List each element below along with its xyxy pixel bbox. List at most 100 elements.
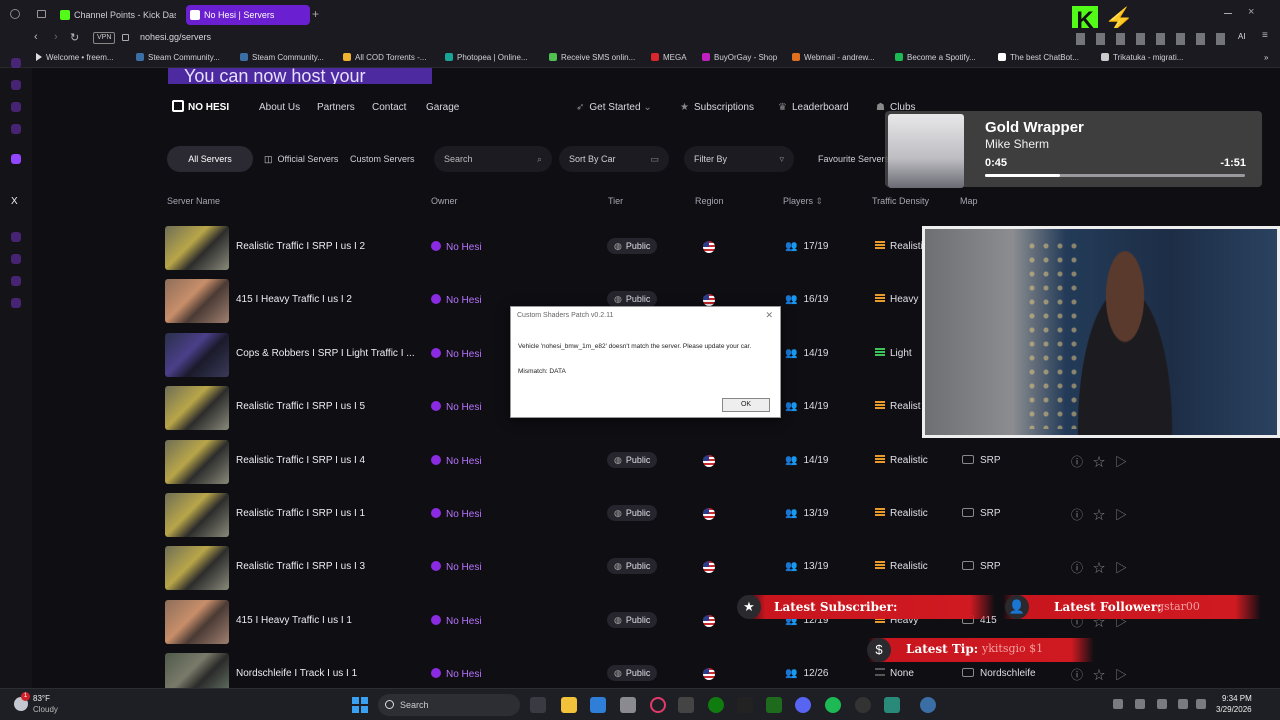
server-name[interactable]: Realistic Traffic I SRP I us I 5 — [236, 401, 416, 412]
server-name[interactable]: Realistic Traffic I SRP I us I 1 — [236, 508, 416, 519]
x-twitter-icon[interactable]: X — [11, 196, 18, 207]
server-name[interactable]: Cops & Robbers I SRP I Light Traffic I .… — [236, 348, 416, 359]
dialog-ok-button[interactable]: OK — [722, 398, 770, 412]
windows-start-icon[interactable] — [352, 697, 368, 713]
bookmark-item[interactable]: Photopea | Online... — [445, 53, 528, 62]
col-tier[interactable]: Tier — [608, 196, 623, 206]
app-icon[interactable] — [920, 697, 936, 713]
tray-icon[interactable] — [1157, 699, 1167, 709]
new-tab-button[interactable]: + — [312, 7, 319, 21]
play-icon[interactable]: ▷ — [1115, 508, 1137, 522]
reload-icon[interactable]: ↻ — [70, 31, 79, 44]
server-name[interactable]: Realistic Traffic I SRP I us I 3 — [236, 561, 416, 572]
server-owner[interactable]: No Hesi — [431, 508, 482, 520]
store-icon[interactable] — [590, 697, 606, 713]
sidebar-app-icon[interactable] — [11, 232, 21, 242]
browser-menu-icon[interactable] — [10, 9, 20, 19]
twitch-icon[interactable] — [11, 154, 21, 164]
col-players[interactable]: Players ⇕ — [783, 196, 823, 207]
filter-custom-servers[interactable]: Custom Servers — [340, 146, 425, 172]
filter-official-servers[interactable]: ◫ Official Servers — [254, 146, 348, 172]
volume-icon[interactable] — [1196, 699, 1206, 709]
app-icon[interactable] — [620, 697, 636, 713]
extensions-icons[interactable] — [1076, 33, 1226, 45]
filter-by-select[interactable]: Filter By ▿ — [684, 146, 794, 172]
nav-partners[interactable]: Partners — [317, 102, 355, 113]
table-row[interactable]: Realistic Traffic I SRP I us I 3 No Hesi ◍… — [165, 544, 1165, 596]
bookmark-item[interactable]: Trikatuka - migrati... — [1101, 53, 1183, 62]
app-icon[interactable] — [678, 697, 694, 713]
file-explorer-icon[interactable] — [561, 697, 577, 713]
server-owner[interactable]: No Hesi — [431, 241, 482, 253]
nohesi-logo[interactable]: NO HESI — [172, 100, 229, 113]
info-icon[interactable]: ⓘ — [1071, 455, 1093, 469]
col-region[interactable]: Region — [695, 196, 724, 206]
bookmark-item[interactable]: Become a Spotify... — [895, 53, 976, 62]
nav-about[interactable]: About Us — [259, 102, 300, 113]
nav-leaderboard[interactable]: ♛ Leaderboard — [778, 102, 849, 113]
nav-get-started[interactable]: ➶ Get Started ⌄ — [576, 102, 652, 113]
bookmark-item[interactable]: All COD Torrents -... — [343, 53, 426, 62]
obs-icon[interactable] — [855, 697, 871, 713]
browser-menu-dots-icon[interactable]: ≡ — [1262, 30, 1268, 41]
sidebar-app-icon[interactable] — [11, 254, 21, 264]
server-owner[interactable]: No Hesi — [431, 614, 482, 627]
nav-subscriptions[interactable]: ★ Subscriptions — [680, 102, 754, 113]
server-name[interactable]: Realistic Traffic I SRP I us I 2 — [236, 241, 416, 252]
sidebar-app-icon[interactable] — [11, 124, 21, 134]
weather-condition[interactable]: Cloudy — [33, 705, 58, 714]
tab-nohesi[interactable]: No Hesi | Servers — [186, 5, 310, 25]
favourite-star-icon[interactable]: ☆ — [1093, 508, 1115, 522]
taskbar-search[interactable]: Search — [378, 694, 520, 716]
back-icon[interactable]: ‹ — [34, 31, 38, 43]
sort-by-car-select[interactable]: Sort By Car ▭ — [559, 146, 669, 172]
server-name[interactable]: 415 I Heavy Traffic I us I 2 — [236, 294, 416, 305]
col-server-name[interactable]: Server Name — [167, 196, 220, 206]
server-owner[interactable]: No Hesi — [431, 668, 482, 680]
clock-time[interactable]: 9:34 PM — [1222, 694, 1252, 703]
search-input[interactable]: Search ⌕ — [434, 146, 552, 172]
bookmark-item[interactable]: Receive SMS onlin... — [549, 53, 635, 62]
col-map[interactable]: Map — [960, 196, 978, 206]
sidebar-app-icon[interactable] — [11, 58, 21, 68]
play-icon[interactable]: ▷ — [1115, 561, 1137, 575]
server-owner[interactable]: No Hesi — [431, 347, 482, 360]
server-name[interactable]: 415 I Heavy Traffic I us I 1 — [236, 615, 416, 626]
favourite-star-icon[interactable]: ☆ — [1093, 668, 1115, 682]
bookmark-item[interactable]: BuyOrGay - Shop — [702, 53, 777, 62]
server-name[interactable]: Nordschleife I Track I us I 1 — [236, 668, 416, 679]
server-owner[interactable]: No Hesi — [431, 294, 482, 306]
app-icon[interactable] — [884, 697, 900, 713]
favourite-star-icon[interactable]: ☆ — [1093, 561, 1115, 575]
info-icon[interactable]: ⓘ — [1071, 508, 1093, 522]
nav-garage[interactable]: Garage — [426, 102, 459, 113]
info-icon[interactable]: ⓘ — [1071, 561, 1093, 575]
sidebar-app-icon[interactable] — [11, 80, 21, 90]
window-close-icon[interactable]: × — [1248, 6, 1254, 18]
bookmark-item[interactable]: Steam Community... — [136, 53, 220, 62]
bookmarks-overflow-icon[interactable]: » — [1264, 53, 1268, 62]
browser-ai-label[interactable]: AI — [1238, 32, 1246, 41]
app-icon[interactable] — [737, 697, 753, 713]
table-row[interactable]: Realistic Traffic I SRP I us I 1 No Hesi ◍… — [165, 491, 1165, 543]
wifi-icon[interactable] — [1178, 699, 1188, 709]
forward-icon[interactable]: › — [54, 31, 58, 43]
bookmark-item[interactable]: Steam Community... — [240, 53, 324, 62]
tray-icon[interactable] — [1135, 699, 1145, 709]
server-owner[interactable]: No Hesi — [431, 401, 482, 413]
col-traffic-density[interactable]: Traffic Density — [872, 196, 929, 206]
sidebar-app-icon[interactable] — [11, 102, 21, 112]
sidebar-app-icon[interactable] — [11, 298, 21, 308]
tab-overview-icon[interactable] — [37, 10, 46, 18]
discord-icon[interactable] — [795, 697, 811, 713]
promo-banner[interactable]: You can now host your — [168, 68, 432, 84]
bookmark-item[interactable]: Welcome • freem... — [36, 53, 114, 62]
weather-temp[interactable]: 83°F — [33, 694, 50, 703]
server-owner[interactable]: No Hesi — [431, 454, 482, 467]
table-row[interactable]: Realistic Traffic I SRP I us I 4 No Hesi ◍… — [165, 438, 1165, 490]
bookmark-item[interactable]: MEGA — [651, 53, 687, 62]
vpn-badge[interactable]: VPN — [93, 32, 116, 44]
nav-contact[interactable]: Contact — [372, 102, 406, 113]
favourite-star-icon[interactable]: ☆ — [1093, 455, 1115, 469]
opera-gx-icon[interactable] — [650, 697, 666, 713]
